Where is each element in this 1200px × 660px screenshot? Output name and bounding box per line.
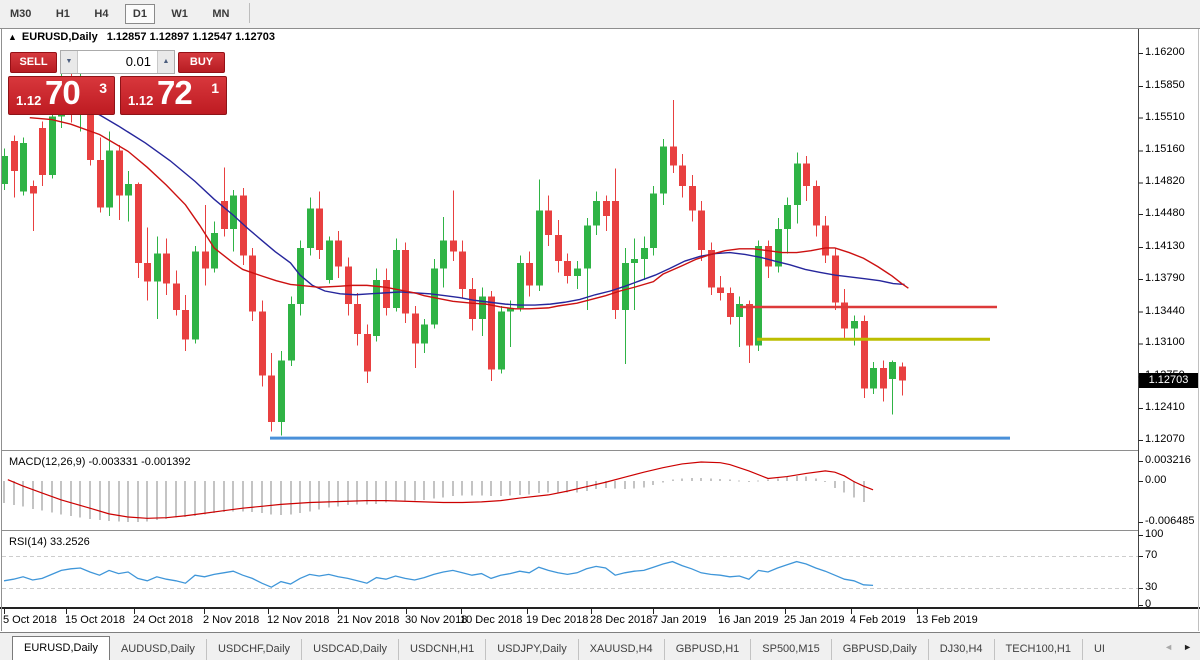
tab-usdcad-daily[interactable]: USDCAD,Daily [301,639,398,660]
tab-audusd-daily[interactable]: AUDUSD,Daily [110,639,206,660]
timeframe-h1-button[interactable]: H1 [48,4,78,24]
tab-partial[interactable]: UI [1081,639,1116,660]
sell-price-big-digits: 70 [45,74,81,111]
sell-price-prefix: 1.12 [16,93,42,108]
timeframe-toolbar: M30 H1 H4 D1 W1 MN [0,0,1200,28]
tab-gbpusd-h1[interactable]: GBPUSD,H1 [663,639,751,660]
tab-scroll-left-icon[interactable]: ◄ [1164,642,1173,652]
chart-ohlc-values: 1.12857 1.12897 1.12547 1.12703 [106,31,275,43]
timeframe-d1-button[interactable]: D1 [124,4,155,24]
toolbar-separator [248,2,250,23]
macd-axis-zero: 0.00 [1145,474,1167,486]
macd-axis-min: -0.006485 [1145,515,1195,527]
tab-dj30-h4[interactable]: DJ30,H4 [927,639,994,660]
tab-eurusd-daily[interactable]: EURUSD,Daily [12,636,110,660]
lot-increase-button[interactable]: ▲ [157,51,174,73]
macd-label: MACD(12,26,9) -0.003331 -0.001392 [9,456,191,468]
sell-price-button[interactable]: 1.12 70 3 [8,74,115,115]
rsi-axis-70: 70 [1145,549,1158,561]
timeframe-w1-button[interactable]: W1 [163,4,196,24]
buy-price-big-digits: 72 [157,74,193,111]
tab-usdchf-daily[interactable]: USDCHF,Daily [205,639,301,660]
buy-button[interactable]: BUY [178,52,225,73]
rsi-axis-30: 30 [1145,581,1158,593]
sell-price-pip-digit: 3 [99,80,107,96]
tab-scroll-arrows: ◄ ► [1164,634,1192,660]
one-click-trade-panel: SELL ▼ 0.01 ▲ BUY 1.12 70 3 1.12 72 1 [8,50,227,115]
lot-size-value[interactable]: 0.01 [126,54,151,69]
tab-gbpusd-daily[interactable]: GBPUSD,Daily [830,639,928,660]
chart-title: ▲ EURUSD,Daily 1.12857 1.12897 1.12547 1.1… [8,31,275,43]
tab-usdjpy-daily[interactable]: USDJPY,Daily [485,639,578,660]
symbol-triangle-icon: ▲ [8,32,17,42]
tab-sp500-m15[interactable]: SP500,M15 [750,639,830,660]
timeframe-mn-button[interactable]: MN [204,4,237,24]
rsi-axis-100: 100 [1145,528,1164,540]
current-price-tag: 1.12703 [1139,373,1198,388]
chart-tab-bar: EURUSD,Daily AUDUSD,Daily USDCHF,Daily U… [0,634,1200,660]
timeframe-h4-button[interactable]: H4 [86,4,116,24]
buy-price-prefix: 1.12 [128,93,154,108]
rsi-label: RSI(14) 33.2526 [9,536,90,548]
timeframe-m30-button[interactable]: M30 [2,4,39,24]
tab-usdcnh-h1[interactable]: USDCNH,H1 [398,639,485,660]
tab-xauusd-h4[interactable]: XAUUSD,H4 [577,639,664,660]
macd-axis-max: 0.003216 [1145,454,1191,466]
chart-symbol: EURUSD,Daily [21,31,98,43]
tab-scroll-right-icon[interactable]: ► [1183,642,1192,652]
tab-tech100-h1[interactable]: TECH100,H1 [993,639,1082,660]
rsi-axis-0: 0 [1145,598,1152,610]
lot-size-box: ▼ 0.01 ▲ [60,50,175,74]
sell-button[interactable]: SELL [10,52,57,73]
buy-price-button[interactable]: 1.12 72 1 [120,74,227,115]
mt4-window: 1.16200 1.15850 1.15510 1.15160 1.14820 1.144… [0,0,1200,660]
buy-price-pip-digit: 1 [211,80,219,96]
lot-decrease-button[interactable]: ▼ [61,51,78,73]
